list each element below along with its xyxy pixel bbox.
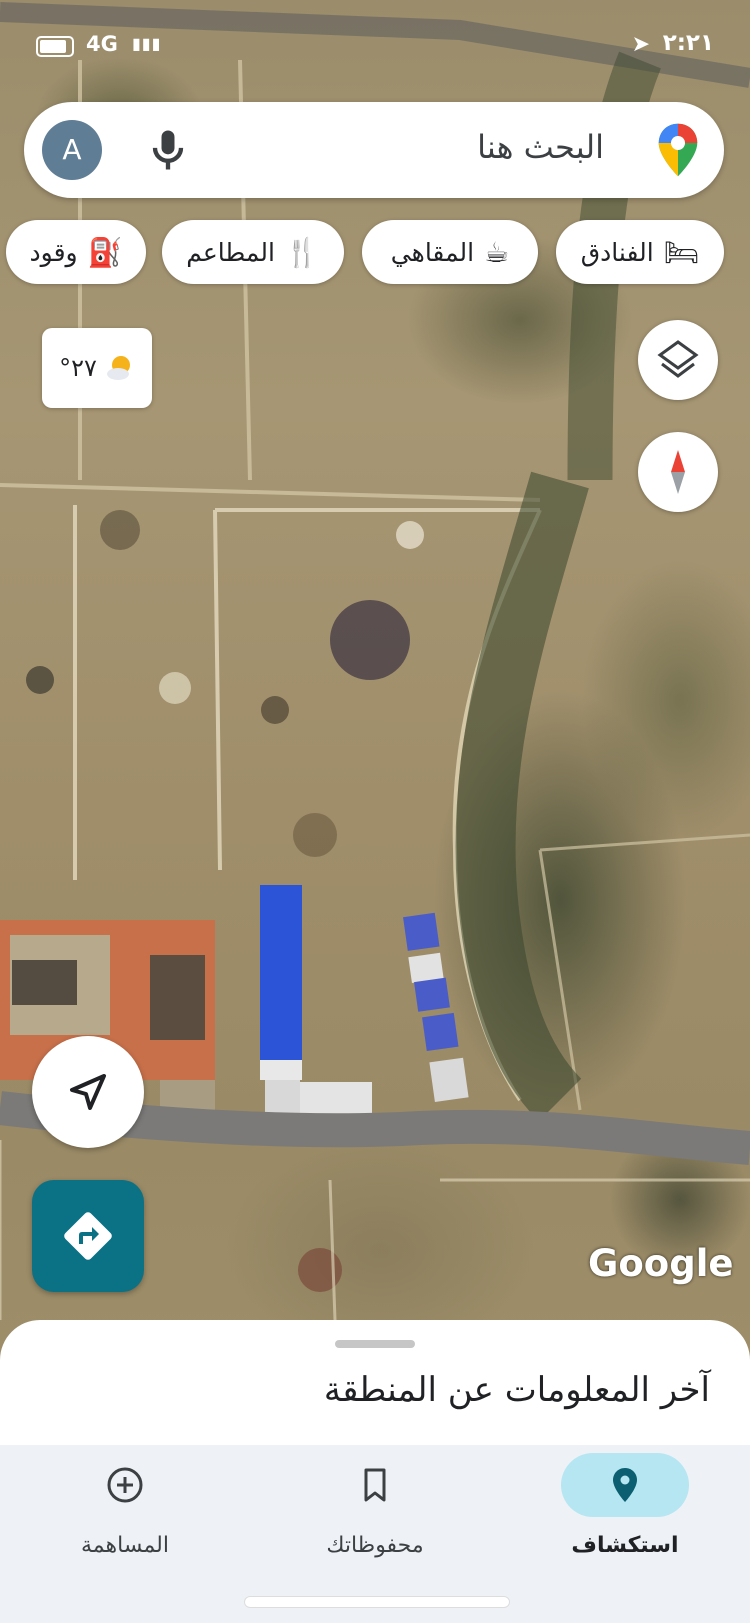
chip-label: الفنادق (580, 237, 654, 267)
location-arrow-icon: ➤ (631, 32, 650, 57)
explore-pin-icon (613, 1468, 637, 1502)
layers-icon (657, 340, 699, 378)
chip-restaurants[interactable]: 🍴 المطاعم (162, 220, 344, 284)
nav-saved[interactable]: محفوظاتك (250, 1445, 500, 1585)
navigation-arrow-icon (70, 1074, 106, 1110)
chip-cafes[interactable]: ☕ المقاهي (362, 220, 538, 284)
chip-label: وقود (29, 237, 78, 267)
sheet-drag-handle[interactable] (335, 1340, 415, 1348)
temperature: °٢٧ (59, 354, 97, 382)
nav-contribute[interactable]: المساهمة (0, 1445, 250, 1585)
directions-icon (64, 1212, 112, 1260)
battery-icon (36, 36, 74, 57)
status-time: ٢:٢١ (662, 30, 714, 56)
chip-gas[interactable]: ⛽ وقود (6, 220, 146, 284)
network-type: 4G (86, 32, 118, 56)
nav-label: استكشاف (571, 1533, 679, 1558)
nav-explore[interactable]: استكشاف (500, 1445, 750, 1585)
bottom-sheet[interactable]: آخر المعلومات عن المنطقة (0, 1320, 750, 1445)
nav-label: المساهمة (81, 1533, 169, 1558)
search-bar[interactable]: A البحث هنا (24, 102, 724, 198)
hotel-icon: 🛏 (663, 235, 700, 269)
signal-icon: ▮▮▮ (132, 34, 162, 53)
chip-label: المقاهي (390, 237, 475, 267)
directions-button[interactable] (32, 1180, 144, 1292)
layers-button[interactable] (638, 320, 718, 400)
bookmark-icon (364, 1468, 386, 1502)
my-location-button[interactable] (32, 1036, 144, 1148)
sheet-title: آخر المعلومات عن المنطقة (323, 1370, 710, 1410)
compass-icon (671, 450, 685, 494)
chip-label: المطاعم (186, 237, 275, 267)
search-input[interactable]: البحث هنا (477, 128, 604, 166)
weather-badge[interactable]: °٢٧ (42, 328, 152, 408)
restaurant-icon: 🍴 (284, 235, 320, 269)
gas-station-icon: ⛽ (87, 235, 123, 269)
microphone-icon[interactable] (142, 124, 194, 176)
avatar[interactable]: A (42, 120, 102, 180)
partly-sunny-icon (106, 356, 130, 380)
add-circle-icon (107, 1467, 143, 1503)
nav-active-indicator (561, 1453, 689, 1517)
status-bar: 4G ▮▮▮ ➤ ٢:٢١ (30, 30, 720, 62)
coffee-icon: ☕ (484, 235, 510, 269)
nav-label: محفوظاتك (326, 1533, 424, 1558)
google-maps-pin-icon (658, 123, 698, 177)
home-indicator[interactable] (245, 1597, 509, 1607)
google-attribution: Google (588, 1242, 734, 1285)
compass-button[interactable] (638, 432, 718, 512)
chip-hotels[interactable]: 🛏 الفنادق (556, 220, 724, 284)
